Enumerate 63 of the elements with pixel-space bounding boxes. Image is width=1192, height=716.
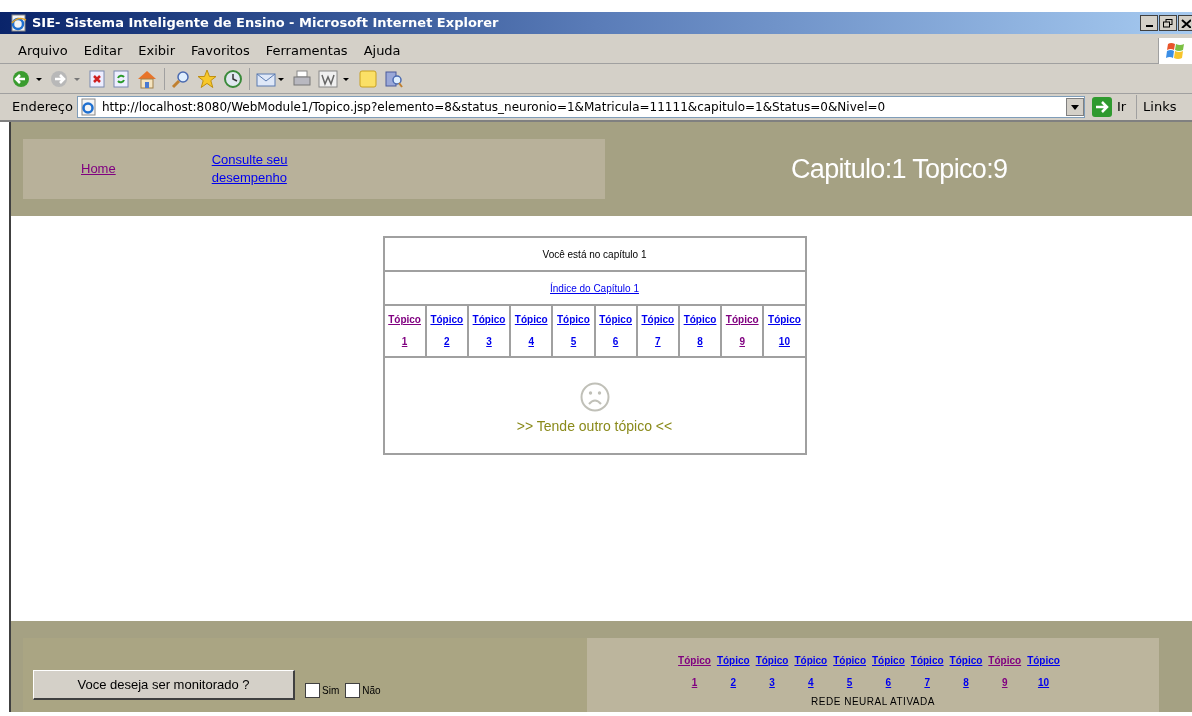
refresh-icon[interactable] bbox=[112, 68, 130, 89]
dropdown-button[interactable] bbox=[1065, 98, 1084, 116]
word-icon[interactable] bbox=[318, 68, 352, 89]
topic-link[interactable]: Tópico 8 bbox=[949, 650, 983, 694]
topic-link[interactable]: Tópico 7 bbox=[641, 309, 675, 353]
page-icon bbox=[79, 98, 98, 116]
nav-link[interactable]: Home bbox=[81, 159, 116, 179]
browser-icon bbox=[10, 14, 28, 32]
menu-item[interactable]: Exibir bbox=[132, 40, 181, 61]
topic-link[interactable]: Tópico 6 bbox=[872, 650, 905, 694]
topic-link[interactable]: Tópico 5 bbox=[557, 309, 590, 353]
minimize-button[interactable] bbox=[1140, 15, 1158, 31]
menu-item[interactable]: Favoritos bbox=[185, 40, 256, 61]
topic-link[interactable]: Tópico 5 bbox=[833, 650, 866, 694]
sad-face-icon bbox=[579, 382, 610, 412]
address-label: Endereço bbox=[12, 98, 73, 117]
window-title: SIE- Sistema Inteligente de Ensino - Microsoft Internet Explorer bbox=[32, 14, 499, 33]
research-icon[interactable] bbox=[384, 68, 404, 89]
checkbox-option[interactable]: Não bbox=[345, 683, 381, 698]
home-icon[interactable] bbox=[136, 68, 158, 89]
menu-item[interactable]: Ferramentas bbox=[259, 40, 354, 61]
address-text: http://localhost:8080/WebModule1/Topico.jsp?elemento=8&status_neuronio=1&Matricula=11111&capitulo=1&Status=0&Nivel=0 bbox=[101, 99, 886, 116]
history-icon[interactable] bbox=[223, 68, 243, 89]
topic-link[interactable]: Tópico 10 bbox=[1027, 650, 1060, 694]
links-button[interactable]: Links bbox=[1143, 97, 1177, 117]
windows-logo-icon bbox=[1165, 40, 1186, 61]
restore-button[interactable] bbox=[1159, 15, 1177, 31]
stop-icon[interactable] bbox=[88, 68, 106, 89]
topic-link[interactable]: Tópico 1 bbox=[678, 650, 711, 694]
topic-link[interactable]: Tópico 1 bbox=[388, 309, 421, 353]
close-button[interactable] bbox=[1178, 15, 1192, 31]
nav-link[interactable]: Consulte seu desempenho bbox=[211, 151, 292, 187]
status-text: REDE NEURAL ATIVADA bbox=[811, 696, 935, 708]
topic-link[interactable]: Tópico 2 bbox=[716, 650, 750, 694]
star-icon[interactable] bbox=[197, 68, 217, 89]
chapter-caption: Você está no capítulo 1 bbox=[542, 247, 647, 262]
message-text: >> Tende outro tópico << bbox=[516, 417, 673, 436]
page-title: Capitulo:1 Topico:9 bbox=[791, 152, 1008, 186]
topic-link[interactable]: Tópico 9 bbox=[725, 309, 759, 353]
topic-link[interactable]: Tópico 4 bbox=[514, 309, 548, 353]
topic-link[interactable]: Tópico 4 bbox=[794, 650, 828, 694]
close-icon bbox=[1181, 18, 1191, 28]
topic-link[interactable]: Tópico 7 bbox=[910, 650, 944, 694]
topic-link[interactable]: Tópico 10 bbox=[768, 309, 801, 353]
topic-link[interactable]: Tópico 3 bbox=[472, 309, 506, 353]
printer-icon[interactable] bbox=[292, 68, 312, 89]
menu-item[interactable]: Ajuda bbox=[357, 40, 407, 61]
topic-link[interactable]: Tópico 3 bbox=[755, 650, 789, 694]
checkbox-option[interactable]: Sim bbox=[305, 683, 340, 698]
search-icon[interactable] bbox=[171, 68, 191, 89]
menu-item[interactable]: Arquivo bbox=[12, 40, 74, 61]
restore-icon bbox=[1163, 18, 1173, 28]
topic-link[interactable]: Tópico 9 bbox=[988, 650, 1022, 694]
back-icon[interactable] bbox=[12, 68, 44, 89]
topic-link[interactable]: Tópico 6 bbox=[599, 309, 632, 353]
address-field[interactable]: http://localhost:8080/WebModule1/Topico.jsp?elemento=8&status_neuronio=1&Matricula=11111&capitulo=1&Status=0&Nivel=0 bbox=[76, 96, 1085, 118]
monitor-button[interactable]: Voce deseja ser monitorado ? bbox=[33, 670, 295, 700]
chapter-index-link[interactable]: Índice do Capítulo 1 bbox=[550, 280, 639, 296]
menu-item[interactable]: Editar bbox=[77, 40, 129, 61]
caret-icon bbox=[1070, 104, 1079, 110]
go-button[interactable]: Ir bbox=[1090, 95, 1138, 119]
topic-link[interactable]: Tópico 8 bbox=[683, 309, 717, 353]
topic-link[interactable]: Tópico 2 bbox=[430, 309, 464, 353]
